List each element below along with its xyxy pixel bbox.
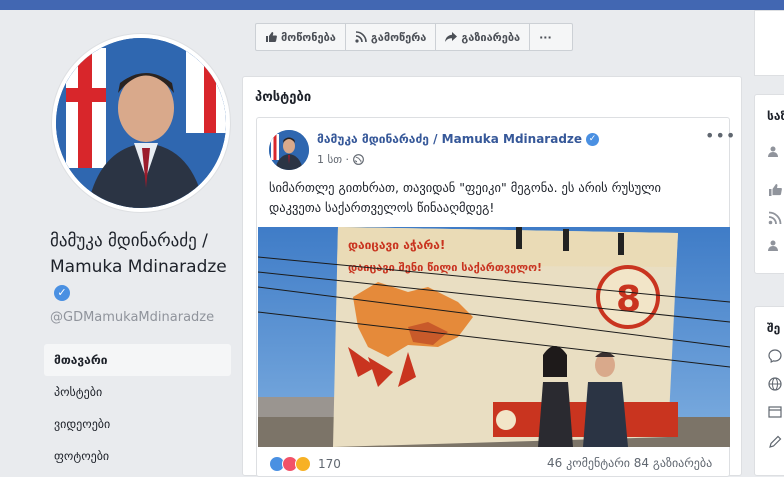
left-column: მამუკა მდინარაძე / Mamuka Mdinaradze ✓ @G… [0,10,242,466]
messenger-icon[interactable] [768,349,782,363]
post-author-avatar[interactable] [269,130,309,170]
page-navigation: მთავარი პოსტები ვიდეოები ფოტოები [44,344,231,472]
billboard-line-2: დაიცავი შენი წილი საქართველო! [348,261,542,274]
posts-section: პოსტები მამუკა მდინარაძე / Mamuka Mdinar… [242,76,742,477]
share-page-button[interactable]: გაზიარება [436,24,531,50]
top-navigation-bar [0,0,784,10]
post-author-name[interactable]: მამუკა მდინარაძე / Mamuka Mdinaradze ✓ [317,132,600,146]
people-icon [768,146,778,157]
right-top-panel [754,10,784,76]
profile-photo [56,38,226,208]
nav-item-posts[interactable]: პოსტები [44,376,231,408]
wow-reaction-icon [295,456,311,472]
post-image[interactable]: 8 დაიცავი აჭარა! დაიცავი შენი წილი საქარ… [258,227,730,447]
post-card: მამუკა მდინარაძე / Mamuka Mdinaradze ✓ 1 … [256,117,735,477]
rss-icon [768,211,782,225]
follow-label: გამოწერა [370,30,427,44]
card-icon [768,406,782,418]
page-handle[interactable]: @GDMamukaMdinaradze [50,310,214,325]
post-text: სიმართლე გითხრათ, თავიდან "ფეიკი" მეგონა… [269,180,661,215]
post-options-menu[interactable]: ••• [705,126,736,145]
thumbs-up-icon [266,32,277,42]
right-about-card: საზ [754,94,784,274]
followers-icon [768,240,778,251]
post-author-text: მამუკა მდინარაძე / Mamuka Mdinaradze [317,132,583,146]
like-page-button[interactable]: მოწონება [256,24,346,50]
right-card-heading: საზ [767,109,784,123]
right-card-heading: შე [767,321,781,335]
reactions-count: 170 [318,457,341,471]
author-thumbnail [269,130,309,170]
share-arrow-icon [445,32,458,42]
edit-pencil-icon[interactable] [768,435,782,449]
profile-picture[interactable] [52,34,230,212]
nav-item-videos[interactable]: ვიდეოები [44,408,231,440]
page-name-text: მამუკა მდინარაძე / Mamuka Mdinaradze [50,231,227,277]
more-options-label: ··· [539,30,552,44]
rss-follow-icon [355,31,367,43]
billboard-photo: 8 დაიცავი აჭარა! დაიცავი შენი წილი საქარ… [258,227,730,447]
verified-badge-icon: ✓ [54,285,70,301]
globe-icon [353,154,364,165]
nav-item-home[interactable]: მთავარი [44,344,231,376]
post-timestamp[interactable]: 1 სთ · [317,153,349,166]
right-info-card: შე [754,306,784,476]
nav-item-photos[interactable]: ფოტოები [44,440,231,472]
billboard-line-1: დაიცავი აჭარა! [348,238,445,252]
page-name: მამუკა მდინარაძე / Mamuka Mdinaradze ✓ [50,228,235,306]
follow-page-button[interactable]: გამოწერა [346,24,437,50]
billboard-number: 8 [616,279,641,320]
posts-section-title: პოსტები [255,90,312,105]
comments-shares-count[interactable]: 46 კომენტარი 84 გაზიარება [547,456,712,470]
like-label: მოწონება [281,30,336,44]
post-reactions[interactable]: 170 [269,456,341,472]
post-meta: 1 სთ · [317,153,364,166]
globe-icon[interactable] [768,377,782,391]
more-options-button[interactable]: ··· [530,24,561,50]
page-action-bar: მოწონება გამოწერა გაზიარება ··· [255,23,573,51]
verified-badge-icon: ✓ [586,133,600,146]
thumbs-up-icon [769,184,782,196]
share-label: გაზიარება [461,30,521,44]
